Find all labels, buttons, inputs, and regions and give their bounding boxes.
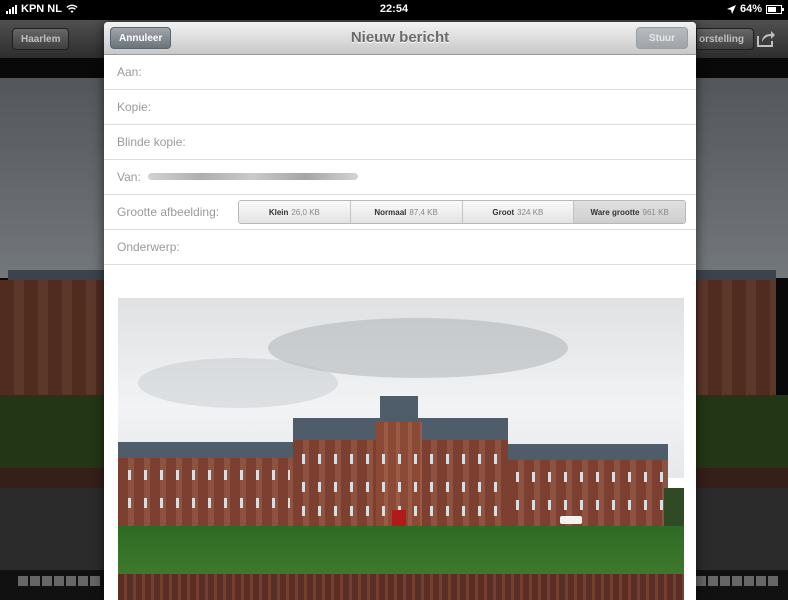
size-option-actual[interactable]: Ware grootte 961 KB [574,201,685,223]
redacted-sender-address [148,173,358,180]
photo-wall-left-wing [118,458,293,526]
photo-wall-right-wing [508,460,668,526]
send-button[interactable]: Stuur [636,27,688,49]
thumbnail-strip-right[interactable] [696,576,778,586]
bcc-field[interactable]: Blinde kopie: [104,125,696,160]
compose-title: Nieuw bericht [350,29,450,46]
cc-field[interactable]: Kopie: [104,90,696,125]
photo-fence [118,574,684,600]
location-arrow-icon [726,4,736,14]
compose-navbar: Annuleer Nieuw bericht Stuur [104,22,696,55]
from-field[interactable]: Van: [104,160,696,195]
photo-windows [296,454,504,464]
photo-windows [296,482,504,492]
photo-lawn [118,526,684,576]
battery-icon [766,4,784,14]
photo-windows [122,498,290,508]
attached-photo[interactable] [118,298,684,600]
thumbnail-strip-left[interactable] [18,576,100,586]
image-size-selector: Klein 26,0 KB Normaal 87,4 KB Groot 324 KB … [238,200,686,224]
compose-sheet: Annuleer Nieuw bericht Stuur Aan: Kopie:… [104,22,696,600]
size-option-medium[interactable]: Normaal 87,4 KB [350,201,463,223]
photo-roof-right-wing [508,444,668,460]
bcc-label: Blinde kopie: [117,135,186,149]
cc-label: Kopie: [117,100,152,114]
to-label: Aan: [117,65,142,79]
image-size-label: Grootte afbeelding: [117,205,220,219]
photo-windows [510,472,666,482]
photo-cloud [138,358,338,408]
subject-field[interactable]: Onderwerp: [104,230,696,265]
photo-windows [510,500,666,510]
photo-trees [664,488,684,528]
from-label: Van: [117,170,141,184]
image-size-row: Grootte afbeelding: Klein 26,0 KB Normaal… [104,195,696,230]
status-bar: KPN NL 22:54 64% [0,0,788,20]
clock: 22:54 [379,3,409,15]
photo-red-door [392,510,406,526]
photo-tower-top [380,396,418,422]
to-field[interactable]: Aan: [104,55,696,90]
photo-roof-left-wing [118,442,293,458]
photo-windows [122,470,290,480]
size-option-large[interactable]: Groot 324 KB [462,201,575,223]
photo-car [560,516,582,524]
battery-percent: 64% [739,3,762,15]
subject-label: Onderwerp: [117,240,180,254]
status-right: 64% [726,3,784,15]
size-option-small[interactable]: Klein 26,0 KB [239,201,351,223]
